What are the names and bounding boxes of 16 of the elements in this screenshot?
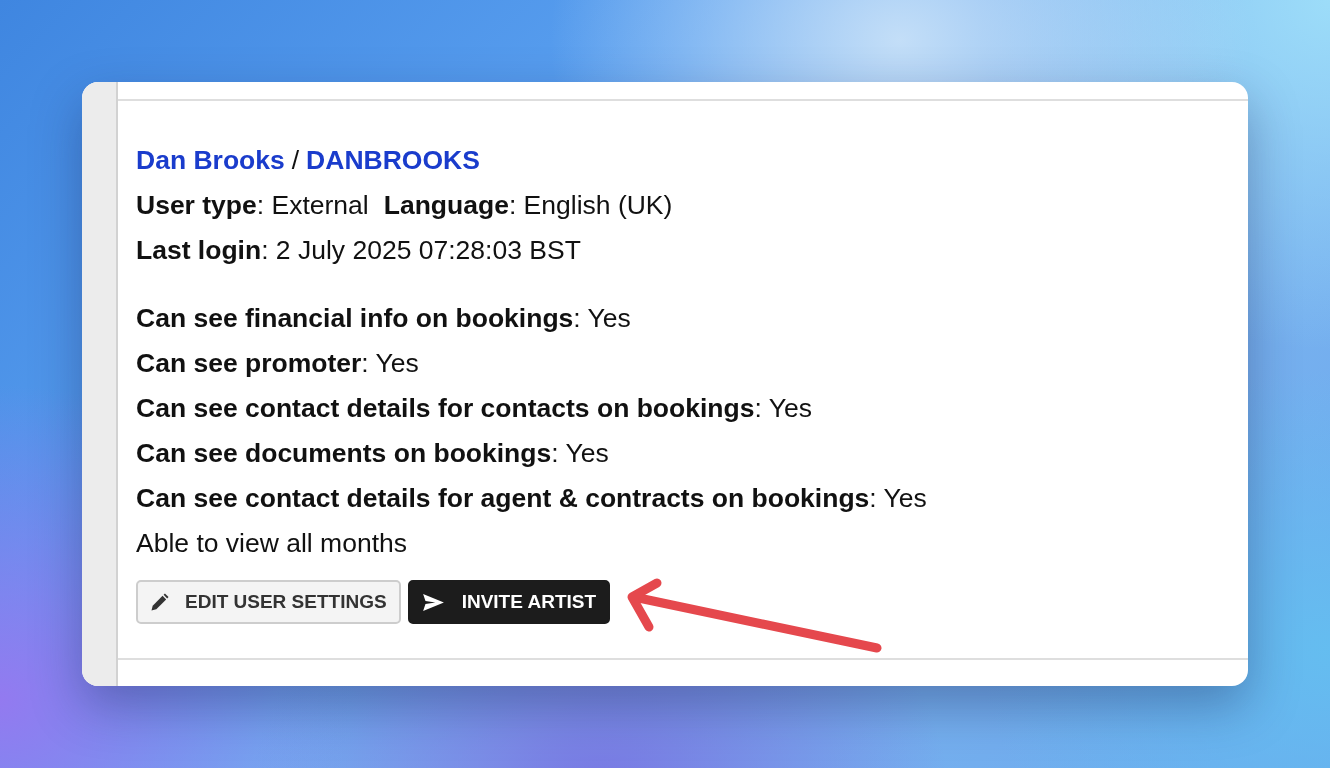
permission-text: Can see promoter: Yes xyxy=(136,348,419,378)
pencil-icon xyxy=(151,593,169,611)
months-note: Able to view all months xyxy=(136,528,408,558)
separator-text: / xyxy=(291,145,300,175)
detail-text: User type: External xyxy=(136,190,369,220)
username-link[interactable]: DANBROOKS xyxy=(306,145,480,175)
permission-text: Can see documents on bookings: Yes xyxy=(136,438,609,468)
detail-text: Language: English (UK) xyxy=(383,190,673,220)
permission-text: Can see contact details for contacts on bookings: Yes xyxy=(136,393,812,423)
send-icon xyxy=(422,593,444,611)
edit-settings-button[interactable]: EDIT USER SETTINGS xyxy=(136,580,401,624)
permission-text: Can see contact details for agent & contracts on bookings: Yes xyxy=(136,483,927,513)
user-name-link[interactable]: Dan Brooks xyxy=(136,145,285,175)
last-login-text: Last login: 2 July 2025 07:28:03 BST xyxy=(136,235,581,265)
invite-artist-button[interactable]: INVITE ARTIST xyxy=(407,580,611,624)
permission-text: Can see financial info on bookings: Yes xyxy=(136,303,631,333)
